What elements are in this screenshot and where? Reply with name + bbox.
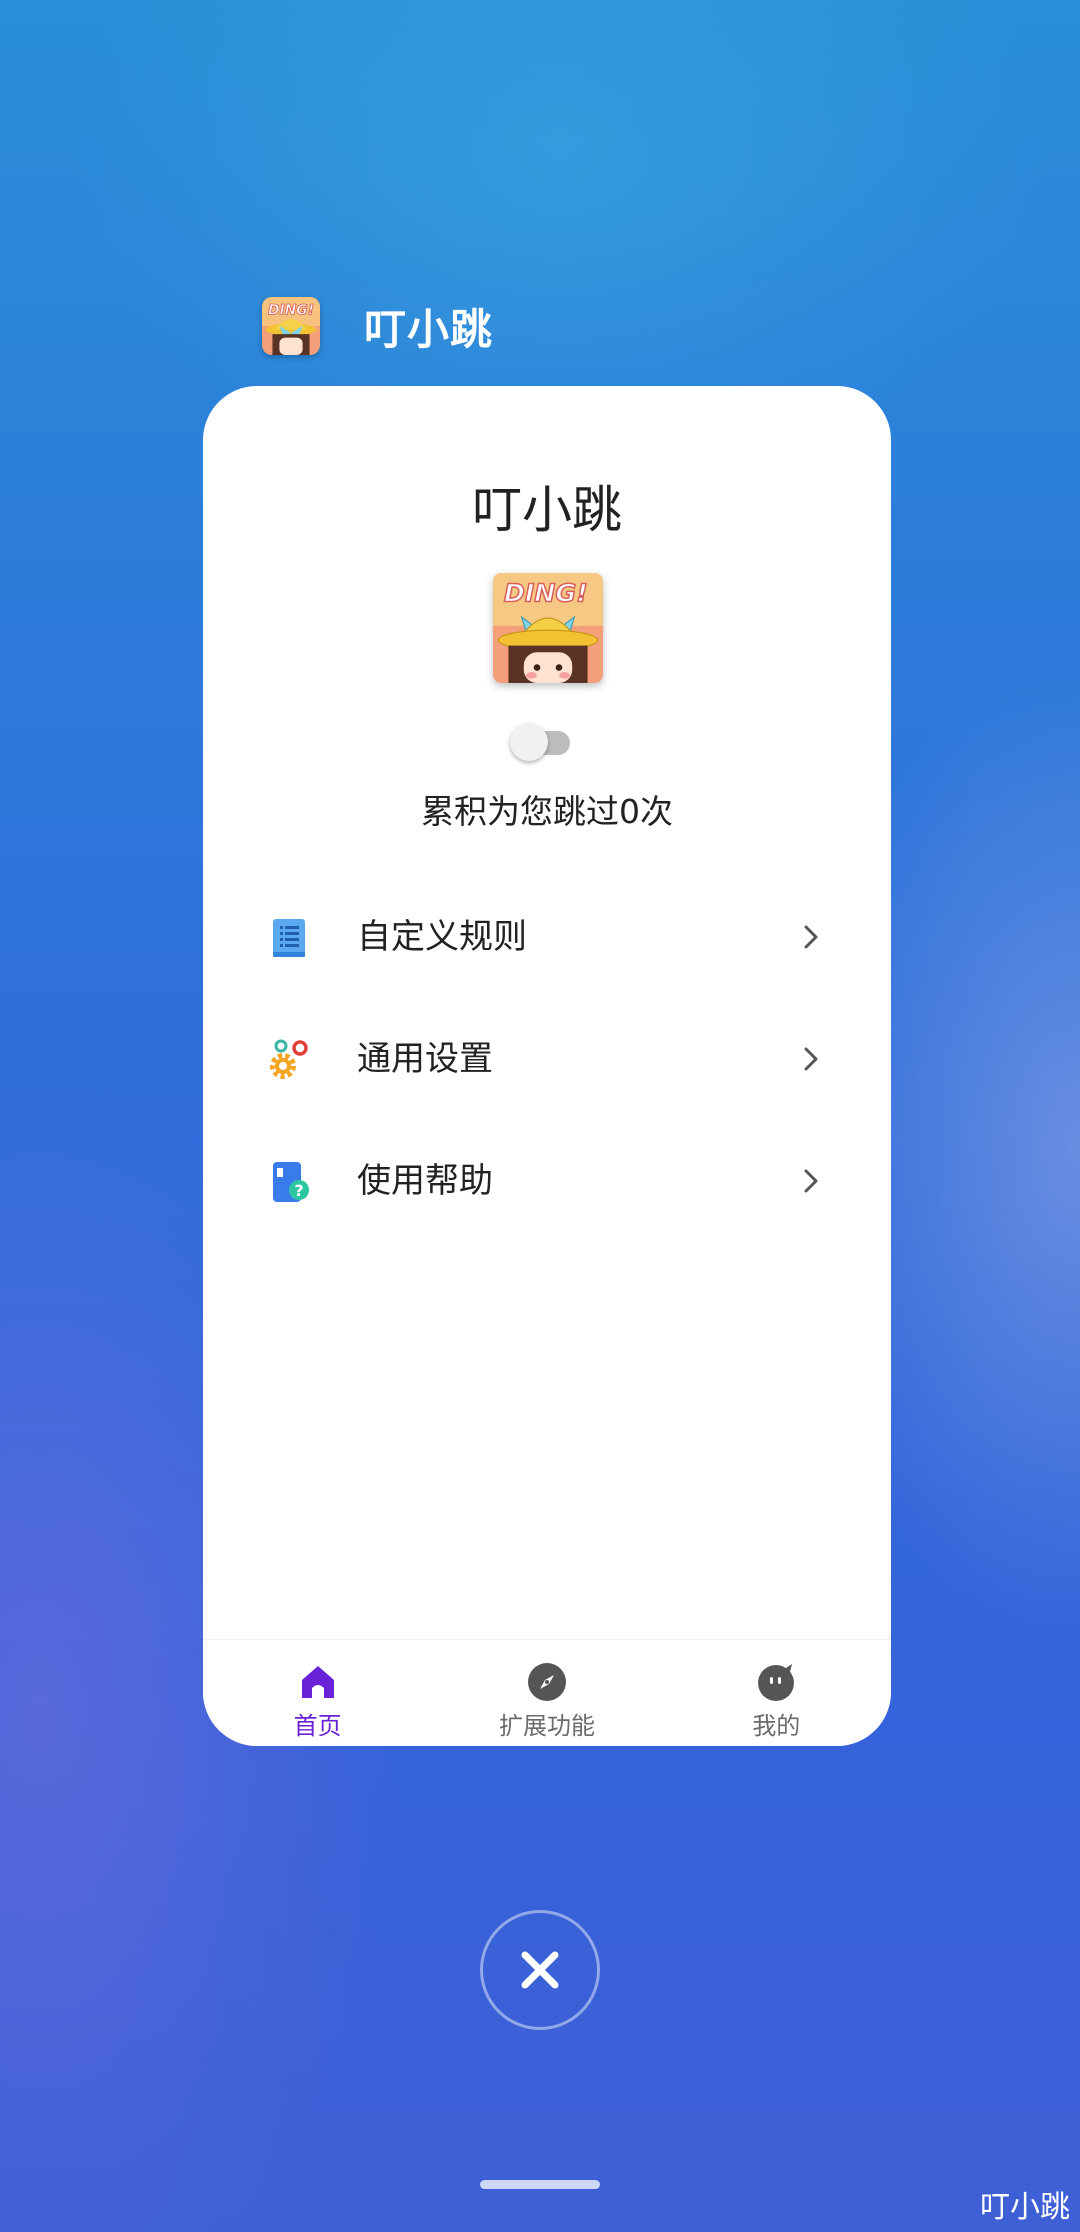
chevron-right-icon [804, 925, 818, 949]
home-icon [301, 1666, 334, 1698]
compass-icon [527, 1663, 566, 1701]
skip-service-toggle[interactable] [510, 723, 574, 761]
close-all-button[interactable] [480, 1910, 600, 2030]
nav-label: 首页 [293, 1712, 342, 1740]
bottom-navigation: 首页 扩展功能 我的 [203, 1639, 891, 1746]
menu-item-help[interactable]: ? 使用帮助 [203, 1120, 891, 1242]
close-icon [521, 1951, 559, 1989]
recents-app-title: 叮小跳 [364, 304, 494, 354]
chevron-right-icon [804, 1047, 818, 1071]
app-logo: DING! [493, 573, 603, 683]
menu-item-label: 使用帮助 [357, 1161, 493, 1201]
menu-item-label: 自定义规则 [357, 917, 527, 957]
app-preview-card[interactable]: 叮小跳 DING! 累积为您跳过0次 自定义规则 通用设置 ? 使用帮助 首页 … [203, 386, 891, 1746]
menu-item-label: 通用设置 [357, 1039, 493, 1079]
nav-label: 我的 [752, 1712, 801, 1740]
skip-counter-text: 累积为您跳过0次 [421, 792, 673, 831]
nav-item-home[interactable]: 首页 [203, 1640, 432, 1746]
chevron-right-icon [804, 1169, 818, 1193]
nav-item-profile[interactable]: 我的 [662, 1640, 891, 1746]
home-indicator[interactable] [480, 2180, 600, 2189]
menu-item-general-settings[interactable]: 通用设置 [203, 998, 891, 1120]
menu-item-custom-rules[interactable]: 自定义规则 [203, 876, 891, 998]
svg-text:DING!: DING! [268, 302, 314, 318]
nav-item-extensions[interactable]: 扩展功能 [432, 1640, 661, 1746]
svg-text:?: ? [294, 1181, 303, 1200]
page-title: 叮小跳 [472, 481, 622, 539]
watermark-text: 叮小跳 [980, 2190, 1070, 2225]
toggle-thumb [510, 723, 548, 761]
help-book-icon: ? [273, 1162, 309, 1202]
nav-label: 扩展功能 [498, 1712, 595, 1740]
app-icon: DING! [262, 297, 320, 355]
document-list-icon [273, 919, 305, 957]
profile-face-icon [758, 1664, 795, 1701]
recents-app-header[interactable]: DING! 叮小跳 [262, 296, 493, 356]
svg-text:DING!: DING! [504, 579, 588, 608]
gears-icon [270, 1039, 308, 1079]
main-menu: 自定义规则 通用设置 ? 使用帮助 [203, 876, 891, 1242]
